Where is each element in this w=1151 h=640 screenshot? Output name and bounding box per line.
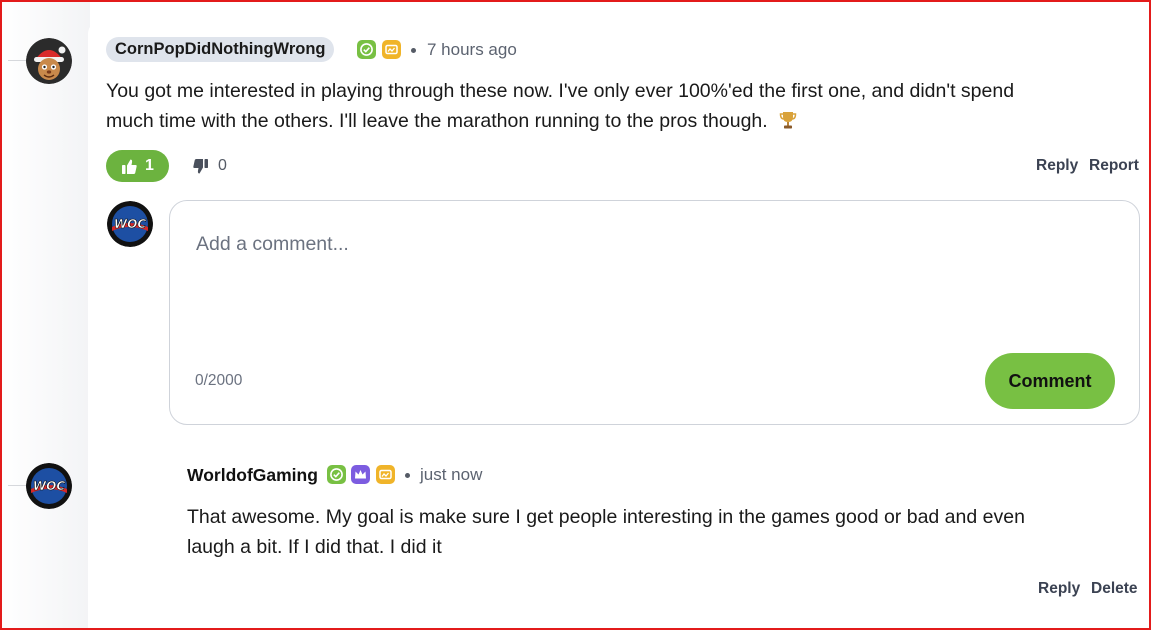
comment-body-line-1: You got me interested in playing through…: [106, 80, 1015, 102]
reply-body-line-2: laugh a bit. If I did that. I did it: [187, 536, 442, 558]
reply-author[interactable]: WorldofGaming: [187, 463, 318, 487]
thumbs-down-icon: [193, 158, 208, 173]
verified-check-badge-icon: [357, 40, 376, 59]
woc-logo-icon: WOC: [107, 201, 153, 247]
thread-connector: [8, 60, 26, 61]
report-link[interactable]: Report: [1089, 156, 1139, 176]
thread-gutter: [0, 0, 90, 630]
comment-input[interactable]: [196, 229, 1096, 259]
comment-composer: 0/2000 Comment: [169, 200, 1140, 425]
member-card-badge-icon: [382, 40, 401, 59]
delete-link[interactable]: Delete: [1091, 579, 1138, 599]
commenter-avatar[interactable]: [26, 38, 72, 84]
dislike-count: 0: [218, 157, 227, 174]
woc-logo-icon: WOC: [26, 463, 72, 509]
thumbs-up-icon: [122, 159, 137, 174]
character-counter: 0/2000: [195, 372, 243, 389]
like-count: 1: [145, 157, 154, 174]
svg-text:WOC: WOC: [114, 217, 146, 231]
like-button[interactable]: 1: [106, 150, 169, 182]
comment-timestamp: 7 hours ago: [427, 40, 517, 59]
reply-link[interactable]: Reply: [1038, 579, 1080, 599]
comment-author[interactable]: CornPopDidNothingWrong: [106, 37, 335, 62]
separator-dot: [405, 473, 410, 478]
reply-link[interactable]: Reply: [1036, 156, 1078, 176]
submit-comment-button[interactable]: Comment: [985, 353, 1115, 409]
dislike-button[interactable]: 0: [192, 155, 227, 177]
thread-connector: [8, 485, 26, 486]
reply-body-line-1: That awesome. My goal is make sure I get…: [187, 506, 1025, 528]
member-card-badge-icon: [376, 465, 395, 484]
current-user-avatar: WOC: [107, 201, 153, 247]
comment-body-text: much time with the others. I'll leave th…: [106, 110, 768, 132]
crown-badge-icon: [351, 465, 370, 484]
reply-timestamp: just now: [420, 465, 483, 484]
trophy-icon: [779, 109, 797, 129]
reply-author-avatar[interactable]: WOC: [26, 463, 72, 509]
comment-body-line-2: much time with the others. I'll leave th…: [106, 106, 797, 136]
snowman-santa-icon: [26, 38, 72, 84]
svg-text:WOC: WOC: [33, 479, 65, 493]
separator-dot: [411, 48, 416, 53]
verified-check-badge-icon: [327, 465, 346, 484]
